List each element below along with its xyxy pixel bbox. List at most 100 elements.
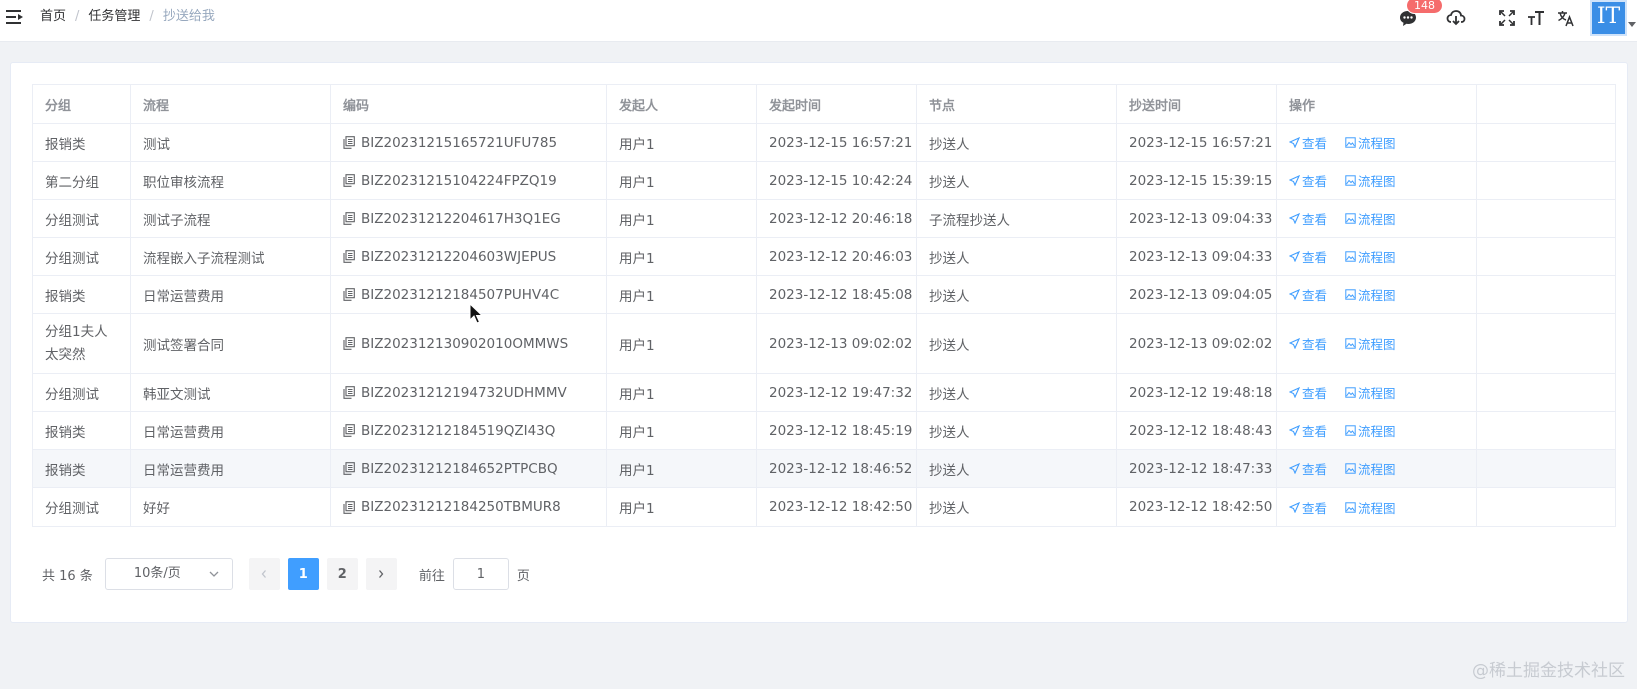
copy-icon[interactable]	[343, 212, 355, 225]
flowchart-button[interactable]: 流程图	[1345, 383, 1396, 402]
table-row: 报销类 测试 BIZ20231215165721UFU785 用户1 2023-12-1…	[33, 124, 1615, 162]
flowchart-button[interactable]: 流程图	[1345, 209, 1396, 228]
table-row: 报销类 日常运营费用 BIZ20231212184652PTPCBQ 用户1 2023-…	[33, 450, 1615, 488]
cell-flow: 职位审核流程	[131, 162, 331, 199]
cell-group: 报销类	[33, 124, 131, 161]
cell-flow: 韩亚文测试	[131, 374, 331, 411]
cell-node: 抄送人	[917, 412, 1117, 449]
view-button[interactable]: 查看	[1289, 459, 1327, 478]
prev-page-button[interactable]	[248, 558, 280, 590]
task-code: BIZ20231212204617H3Q1EG	[361, 210, 561, 227]
view-button[interactable]: 查看	[1289, 421, 1327, 440]
breadcrumb-task-management[interactable]: 任务管理	[88, 8, 140, 26]
page-button-1[interactable]: 1	[287, 558, 319, 590]
cell-node: 抄送人	[917, 238, 1117, 275]
copy-icon[interactable]	[343, 136, 355, 149]
flowchart-button[interactable]: 流程图	[1345, 459, 1396, 478]
cell-cc-time: 2023-12-15 16:57:21	[1117, 124, 1277, 161]
cell-node: 抄送人	[917, 450, 1117, 487]
cell-filler	[1477, 162, 1615, 199]
task-code: BIZ202312130902010OMMWS	[361, 335, 569, 352]
picture-icon	[1345, 289, 1356, 300]
next-page-button[interactable]	[365, 558, 397, 590]
send-icon	[1289, 289, 1300, 300]
message-count-badge: 148	[1406, 0, 1443, 14]
view-label: 查看	[1302, 174, 1328, 189]
fullscreen-icon[interactable]	[1497, 8, 1517, 28]
cell-start-time: 2023-12-12 18:42:50	[757, 488, 917, 526]
copy-icon[interactable]	[343, 337, 355, 350]
page-button-2[interactable]: 2	[326, 558, 358, 590]
copy-icon[interactable]	[343, 250, 355, 263]
page-size-value: 10条/页	[133, 566, 181, 581]
flowchart-button[interactable]: 流程图	[1345, 498, 1396, 517]
cell-cc-time: 2023-12-13 09:02:02	[1117, 314, 1277, 373]
view-button[interactable]: 查看	[1289, 209, 1327, 228]
cell-flow: 日常运营费用	[131, 276, 331, 313]
cell-initiator: 用户1	[607, 412, 757, 449]
cell-group: 报销类	[33, 412, 131, 449]
breadcrumb-current: 抄送给我	[162, 9, 215, 24]
cell-actions: 查看 流程图	[1277, 314, 1477, 373]
cell-filler	[1477, 124, 1615, 161]
page-size-select[interactable]: 10条/页	[104, 558, 233, 590]
cell-initiator: 用户1	[607, 488, 757, 526]
copy-icon[interactable]	[343, 500, 355, 514]
view-button[interactable]: 查看	[1289, 171, 1327, 190]
copy-icon[interactable]	[343, 174, 355, 187]
table-row: 报销类 日常运营费用 BIZ20231212184519QZI43Q 用户1 2023-…	[33, 412, 1615, 450]
column-header: 流程	[131, 85, 331, 123]
flowchart-button[interactable]: 流程图	[1345, 285, 1396, 304]
flowchart-button[interactable]: 流程图	[1345, 133, 1396, 152]
flowchart-label: 流程图	[1358, 174, 1396, 189]
cell-code: BIZ20231215165721UFU785	[331, 124, 607, 161]
cell-flow: 日常运营费用	[131, 450, 331, 487]
breadcrumb-home[interactable]: 首页	[40, 8, 66, 26]
copy-icon[interactable]	[343, 386, 355, 399]
breadcrumb-separator: /	[75, 9, 80, 24]
cell-start-time: 2023-12-12 18:45:08	[757, 276, 917, 313]
cell-cc-time: 2023-12-15 15:39:15	[1117, 162, 1277, 199]
cell-actions: 查看 流程图	[1277, 450, 1477, 487]
flowchart-button[interactable]: 流程图	[1345, 334, 1396, 353]
picture-icon	[1345, 175, 1356, 186]
table-row: 分组1夫人太突然 测试签署合同 BIZ202312130902010OMMWS 用户1…	[33, 314, 1615, 374]
content-card: 分组 流程 编码 发起人 发起时间 节点 抄送时间 操作 报销类 测试 BIZ202…	[10, 62, 1628, 623]
view-button[interactable]: 查看	[1289, 133, 1327, 152]
column-header: 抄送时间	[1117, 85, 1277, 123]
cell-initiator: 用户1	[607, 238, 757, 275]
flowchart-label: 流程图	[1358, 424, 1396, 439]
menu-toggle-icon[interactable]	[6, 8, 24, 26]
cloud-download-icon[interactable]	[1446, 8, 1466, 28]
flowchart-button[interactable]: 流程图	[1345, 171, 1396, 190]
caret-down-icon[interactable]	[1628, 22, 1636, 27]
cell-actions: 查看 流程图	[1277, 200, 1477, 237]
flowchart-button[interactable]: 流程图	[1345, 421, 1396, 440]
cell-actions: 查看 流程图	[1277, 276, 1477, 313]
task-code: BIZ20231212184507PUHV4C	[361, 286, 560, 303]
cell-group: 报销类	[33, 276, 131, 313]
view-button[interactable]: 查看	[1289, 247, 1327, 266]
view-button[interactable]: 查看	[1289, 285, 1327, 304]
cell-initiator: 用户1	[607, 200, 757, 237]
chevron-down-icon	[209, 571, 219, 577]
flowchart-button[interactable]: 流程图	[1345, 247, 1396, 266]
user-avatar[interactable]: IT	[1590, 0, 1627, 36]
copy-icon[interactable]	[343, 288, 355, 301]
copy-icon[interactable]	[343, 424, 355, 437]
view-button[interactable]: 查看	[1289, 334, 1327, 353]
translate-icon[interactable]	[1556, 8, 1576, 28]
view-button[interactable]: 查看	[1289, 498, 1327, 517]
goto-page-input[interactable]	[452, 558, 509, 590]
pagination: 共 16 条 10条/页 1 2 前往 页	[42, 558, 530, 590]
copy-icon[interactable]	[343, 462, 355, 475]
flowchart-label: 流程图	[1358, 250, 1396, 265]
view-button[interactable]: 查看	[1289, 383, 1327, 402]
cell-filler	[1477, 200, 1615, 237]
font-size-icon[interactable]	[1526, 8, 1546, 28]
cell-group: 报销类	[33, 450, 131, 487]
cell-code: BIZ20231212184519QZI43Q	[331, 412, 607, 449]
view-label: 查看	[1302, 212, 1328, 227]
picture-icon	[1345, 463, 1356, 474]
picture-icon	[1345, 425, 1356, 436]
